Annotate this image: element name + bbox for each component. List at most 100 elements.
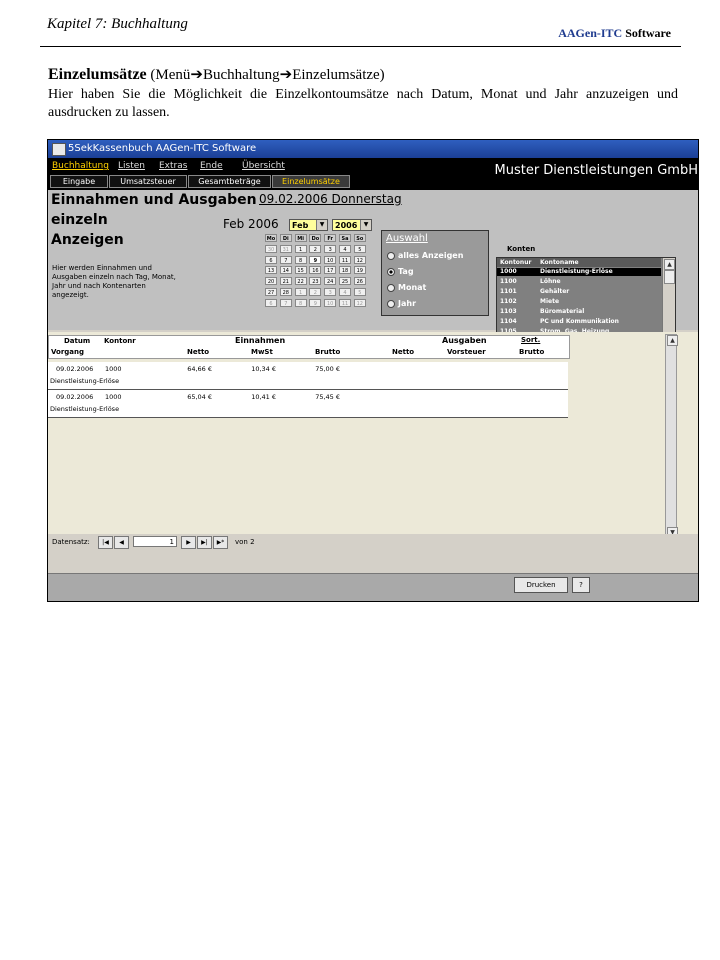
calendar-day[interactable]: 22 — [294, 277, 307, 286]
calendar-day[interactable]: 14 — [279, 266, 292, 275]
calendar-day[interactable]: 7 — [279, 298, 292, 307]
menu-extras[interactable]: Extras — [159, 161, 187, 171]
year-select[interactable]: 2006 ▼ — [332, 219, 372, 231]
calendar-day[interactable]: 8 — [294, 255, 307, 264]
radio-tag[interactable]: Tag — [387, 267, 414, 276]
calendar-day[interactable]: 3 — [324, 244, 337, 253]
sort-button[interactable]: Sort. — [521, 336, 540, 344]
calendar-day[interactable]: 11 — [339, 298, 351, 307]
table-scrollbar[interactable]: ▲ ▼ — [665, 334, 678, 540]
calendar-day[interactable]: 5 — [353, 288, 366, 296]
menu-listen[interactable]: Listen — [118, 161, 145, 171]
first-record-icon[interactable]: |◀ — [98, 536, 113, 549]
scroll-up-icon[interactable]: ▲ — [664, 259, 675, 270]
radio-jahr[interactable]: Jahr — [387, 299, 416, 308]
filter-form: Einnahmen und Ausgaben einzeln Anzeigen … — [48, 190, 698, 380]
konten-list-item[interactable]: 1000 Dienstleistung-Erlöse — [497, 268, 661, 276]
calendar-day[interactable]: 16 — [309, 266, 322, 275]
scroll-thumb[interactable] — [664, 270, 675, 284]
app-screenshot: 5SekKassenbuch AAGen-ITC Software Buchha… — [47, 139, 699, 602]
konten-list-item[interactable]: 1100 Löhne — [497, 278, 661, 286]
calendar-day[interactable]: 27 — [265, 288, 277, 296]
tab-gesamtbetraege[interactable]: Gesamtbeträge — [188, 175, 271, 188]
calendar-day[interactable]: 17 — [324, 266, 337, 275]
table-row[interactable]: 09.02.2006 1000 65,04 € 10,41 € 75,45 € Diens… — [48, 390, 568, 418]
help-button[interactable]: ? — [572, 577, 590, 593]
calendar-day[interactable]: 23 — [309, 277, 322, 286]
brand: AAGen-ITC Software — [558, 26, 671, 41]
calendar-day[interactable]: 15 — [294, 266, 307, 275]
calendar-day[interactable]: 12 — [353, 255, 366, 264]
cell-mwst: 10,41 € — [251, 393, 276, 401]
calendar-day[interactable]: 13 — [265, 266, 277, 275]
record-number-input[interactable]: 1 — [133, 536, 177, 547]
month-select[interactable]: Feb ▼ — [289, 219, 328, 231]
calendar-day[interactable]: 10 — [324, 298, 337, 307]
calendar-day[interactable]: 6 — [265, 298, 277, 307]
chapter-title: Kapitel 7: Buchhaltung — [47, 16, 188, 32]
radio-monat[interactable]: Monat — [387, 283, 426, 292]
new-record-icon[interactable]: ▶* — [213, 536, 228, 549]
calendar-day[interactable]: 18 — [339, 266, 351, 275]
table-row[interactable]: 09.02.2006 1000 64,66 € 10,34 € 75,00 € Diens… — [48, 362, 568, 390]
konten-col-name: Kontoname — [540, 259, 579, 266]
col-vorsteuer: Vorsteuer — [447, 348, 486, 356]
konto-number: 1102 — [500, 298, 517, 305]
calendar-day[interactable]: 12 — [353, 298, 366, 307]
next-record-icon[interactable]: ▶ — [181, 536, 196, 549]
chevron-down-icon[interactable]: ▼ — [360, 220, 371, 230]
calendar-weekday-header: Do — [309, 234, 322, 242]
radio-alles-anzeigen[interactable]: alles Anzeigen — [387, 251, 463, 260]
calendar-day[interactable]: 31 — [279, 244, 292, 253]
scroll-up-icon[interactable]: ▲ — [667, 335, 678, 346]
section-title: Einzelumsätze (Menü➔Buchhaltung➔Einzelum… — [48, 65, 385, 84]
calendar-day[interactable]: 20 — [265, 277, 277, 286]
menu-buchhaltung[interactable]: Buchhaltung — [52, 161, 109, 171]
calendar-day[interactable]: 10 — [324, 255, 337, 264]
month-select-value: Feb — [292, 221, 309, 230]
cell-datum: 09.02.2006 — [56, 393, 94, 401]
calendar-day[interactable]: 30 — [265, 244, 277, 253]
calendar-day[interactable]: 2 — [309, 244, 322, 253]
calendar-day[interactable]: 26 — [353, 277, 366, 286]
print-button[interactable]: Drucken — [514, 577, 568, 593]
calendar-day[interactable]: 9 — [309, 255, 322, 264]
tab-einzelumsaetze[interactable]: Einzelumsätze — [272, 175, 350, 188]
calendar-day[interactable]: 6 — [265, 255, 277, 264]
calendar-day[interactable]: 11 — [339, 255, 351, 264]
record-count: von 2 — [235, 538, 255, 546]
calendar-day[interactable]: 19 — [353, 266, 366, 275]
calendar-day[interactable]: 2 — [309, 288, 322, 296]
calendar-day[interactable]: 1 — [294, 288, 307, 296]
tab-umsatzsteuer[interactable]: Umsatzsteuer — [109, 175, 187, 188]
calendar-day[interactable]: 9 — [309, 298, 322, 307]
calendar-day[interactable]: 1 — [294, 244, 307, 253]
konten-list-item[interactable]: 1103 Büromaterial — [497, 308, 661, 316]
calendar-day[interactable]: 3 — [324, 288, 337, 296]
calendar-day[interactable]: 7 — [279, 255, 292, 264]
calendar-day[interactable]: 4 — [339, 244, 351, 253]
section-path-end: Einzelumsätze) — [292, 67, 385, 83]
calendar-day[interactable]: 21 — [279, 277, 292, 286]
calendar-day[interactable]: 25 — [339, 277, 351, 286]
menu-ende[interactable]: Ende — [200, 161, 223, 171]
chevron-down-icon[interactable]: ▼ — [316, 220, 327, 230]
calendar-day[interactable]: 24 — [324, 277, 337, 286]
prev-record-icon[interactable]: ◀ — [114, 536, 129, 549]
section-path-open: (Menü — [150, 67, 191, 83]
konten-list-item[interactable]: 1101 Gehälter — [497, 288, 661, 296]
tab-eingabe[interactable]: Eingabe — [50, 175, 108, 188]
radio-label: Tag — [398, 267, 414, 276]
calendar-day[interactable]: 28 — [279, 288, 292, 296]
calendar-day[interactable]: 5 — [353, 244, 366, 253]
menu-uebersicht[interactable]: Übersicht — [242, 161, 285, 171]
calendar-weekday-header: Fr — [324, 234, 337, 242]
last-record-icon[interactable]: ▶| — [197, 536, 212, 549]
calendar-day[interactable]: 8 — [294, 298, 307, 307]
intro-text: Hier haben Sie die Möglichkeit die Einze… — [48, 87, 678, 120]
calendar-day[interactable]: 4 — [339, 288, 351, 296]
table-header: Datum Kontonr Vorgang Einnahmen Ausgaben… — [48, 335, 570, 359]
konten-list-item[interactable]: 1104 PC und Kommunikation — [497, 318, 661, 326]
konten-list-item[interactable]: 1102 Miete — [497, 298, 661, 306]
app-icon — [52, 143, 66, 156]
